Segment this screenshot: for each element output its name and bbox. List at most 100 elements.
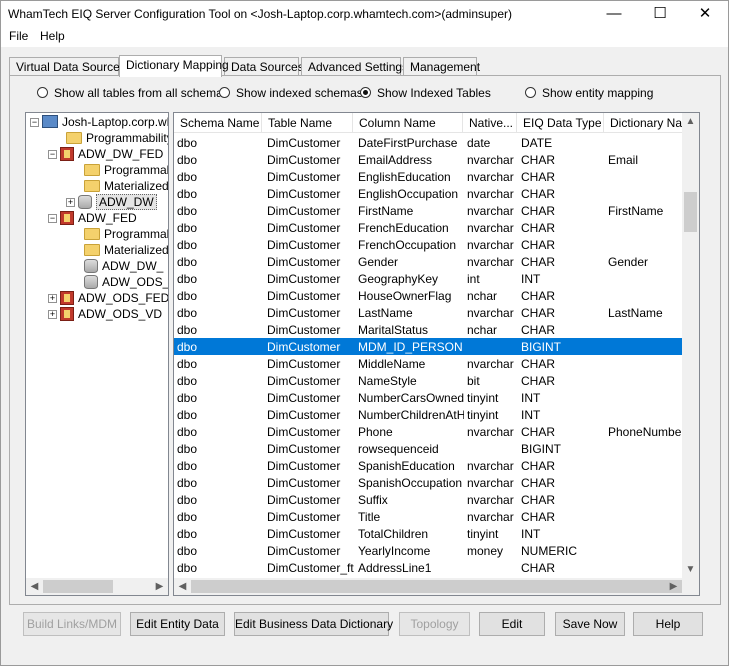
table-cell: DateFirstPurchase	[358, 136, 458, 150]
tree-node[interactable]: Programmab	[84, 227, 168, 243]
table-cell: nvarchar	[467, 170, 514, 184]
edit-business-data-dictionary-button[interactable]: Edit Business Data Dictionary	[234, 612, 393, 636]
column-header-schema[interactable]: Schema Name	[174, 113, 262, 133]
grid-horizontal-scrollbar[interactable]: ◀ ▶	[174, 578, 699, 595]
tab-management[interactable]: Management	[403, 57, 480, 76]
tree-node[interactable]: Programmability	[66, 131, 168, 147]
edit-entity-data-button[interactable]: Edit Entity Data	[130, 612, 225, 636]
grid-horizontal-thumb[interactable]	[191, 580, 682, 593]
table-row[interactable]: dbo DimCustomer SpanishOccupation nvarchar C…	[174, 474, 684, 491]
scroll-left-icon[interactable]: ◀	[26, 578, 43, 595]
table-row[interactable]: dbo DimCustomer NumberCarsOwned tinyint INT	[174, 389, 684, 406]
expand-icon[interactable]: +	[66, 198, 75, 207]
table-cell: EmailAddress	[358, 153, 433, 167]
table-row[interactable]: dbo DimCustomer EnglishEducation nvarchar CH…	[174, 168, 684, 185]
scroll-up-icon[interactable]: ▲	[682, 113, 699, 130]
table-row[interactable]: dbo DimCustomer DateFirstPurchase date DATE	[174, 134, 684, 151]
table-row[interactable]: dbo DimCustomer_ft AddressLine1 CHAR	[174, 559, 684, 576]
scroll-right-icon[interactable]: ▶	[665, 578, 682, 595]
table-row[interactable]: dbo DimCustomer LastName nvarchar CHAR LastNa…	[174, 304, 684, 321]
table-cell: dbo	[177, 391, 198, 405]
tree-node[interactable]: − ADW_FED	[48, 211, 137, 227]
expand-icon[interactable]: +	[48, 294, 57, 303]
table-row[interactable]: dbo DimCustomer MDM_ID_PERSON BIGINT	[174, 338, 684, 355]
table-row[interactable]: dbo DimCustomer FrenchOccupation nvarchar CH…	[174, 236, 684, 253]
table-row[interactable]: dbo DimCustomer MaritalStatus nchar CHAR	[174, 321, 684, 338]
tree-node[interactable]: − Josh-Laptop.corp.wh	[30, 115, 168, 131]
tree-node[interactable]: + ADW_ODS_FED	[48, 291, 168, 307]
table-row[interactable]: dbo DimCustomer EmailAddress nvarchar CHAR Em…	[174, 151, 684, 168]
help-button[interactable]: Help	[633, 612, 703, 636]
table-cell: BIGINT	[521, 340, 562, 354]
tree-node[interactable]: ADW_DW_	[84, 259, 163, 275]
minimize-icon[interactable]: —	[591, 1, 637, 27]
collapse-icon[interactable]: −	[48, 214, 57, 223]
table-cell: nvarchar	[467, 221, 514, 235]
topology-button[interactable]: Topology	[399, 612, 470, 636]
column-header-table[interactable]: Table Name	[262, 113, 353, 133]
table-row[interactable]: dbo DimCustomer NumberChildrenAtH... tinyin…	[174, 406, 684, 423]
schema-tree[interactable]: − Josh-Laptop.corp.wh Programmability − ADW_…	[25, 112, 169, 596]
table-row[interactable]: dbo DimCustomer NameStyle bit CHAR	[174, 372, 684, 389]
radio-all-tables[interactable]: Show all tables from all schemas	[37, 86, 229, 100]
table-row[interactable]: dbo DimCustomer TotalChildren tinyint INT	[174, 525, 684, 542]
tree-node[interactable]: Materialized	[84, 243, 168, 259]
tree-node[interactable]: − ADW_DW_FED	[48, 147, 163, 163]
tree-node[interactable]: Programmab	[84, 163, 168, 179]
table-row[interactable]: dbo DimCustomer Gender nvarchar CHAR Gender	[174, 253, 684, 270]
scroll-right-icon[interactable]: ▶	[151, 578, 168, 595]
table-cell: dbo	[177, 204, 198, 218]
close-icon[interactable]: ✕	[682, 1, 728, 27]
menu-help[interactable]: Help	[40, 29, 65, 43]
table-row[interactable]: dbo DimCustomer FirstName nvarchar CHAR First…	[174, 202, 684, 219]
tab-data-sources[interactable]: Data Sources	[224, 57, 304, 76]
table-cell: DimCustomer	[267, 238, 341, 252]
table-row[interactable]: dbo DimCustomer HouseOwnerFlag nchar CHAR	[174, 287, 684, 304]
title-bar[interactable]: WhamTech EIQ Server Configuration Tool o…	[1, 1, 728, 27]
tab-dictionary-mapping[interactable]: Dictionary Mapping	[119, 55, 229, 77]
radio-indexed-schemas[interactable]: Show indexed schemas	[219, 86, 363, 100]
tree-node-label: ADW_DW_FED	[78, 147, 164, 161]
column-header-column[interactable]: Column Name	[353, 113, 463, 133]
table-row[interactable]: dbo DimCustomer SpanishEducation nvarchar CH…	[174, 457, 684, 474]
collapse-icon[interactable]: −	[30, 118, 39, 127]
menu-file[interactable]: File	[9, 29, 28, 43]
tree-node[interactable]: + ADW_DW	[66, 194, 157, 211]
table-cell: nvarchar	[467, 459, 514, 473]
table-row[interactable]: dbo DimCustomer FrenchEducation nvarchar CHA…	[174, 219, 684, 236]
table-row[interactable]: dbo DimCustomer Phone nvarchar CHAR PhoneNumb…	[174, 423, 684, 440]
scroll-down-icon[interactable]: ▼	[682, 561, 699, 578]
tree-node[interactable]: Materialized	[84, 179, 168, 195]
collapse-icon[interactable]: −	[48, 150, 57, 159]
build-links-mdm-button[interactable]: Build Links/MDM	[23, 612, 121, 636]
save-now-button[interactable]: Save Now	[555, 612, 625, 636]
tree-horizontal-thumb[interactable]	[43, 580, 113, 593]
column-header-native[interactable]: Native...	[463, 113, 517, 133]
tree-node[interactable]: ADW_ODS_	[84, 275, 168, 291]
radio-indexed-tables[interactable]: Show Indexed Tables	[360, 86, 491, 100]
maximize-icon[interactable]: ☐	[637, 1, 683, 27]
scroll-left-icon[interactable]: ◀	[174, 578, 191, 595]
mapping-grid[interactable]: Schema Name Table Name Column Name Nativ…	[173, 112, 700, 596]
expand-icon[interactable]: +	[48, 310, 57, 319]
radio-entity-mapping[interactable]: Show entity mapping	[525, 86, 653, 100]
table-row[interactable]: dbo DimCustomer YearlyIncome money NUMERIC	[174, 542, 684, 559]
grid-vertical-thumb[interactable]	[684, 192, 697, 232]
table-row[interactable]: dbo DimCustomer MiddleName nvarchar CHAR	[174, 355, 684, 372]
column-header-eiq-type[interactable]: EIQ Data Type	[517, 113, 604, 133]
tab-advanced-settings[interactable]: Advanced Settings	[301, 57, 408, 76]
tree-node-label: ADW_FED	[78, 211, 137, 225]
table-cell: DimCustomer	[267, 204, 341, 218]
table-row[interactable]: dbo DimCustomer rowsequenceid BIGINT	[174, 440, 684, 457]
tree-node[interactable]: + ADW_ODS_VD	[48, 307, 162, 323]
table-cell: EnglishOccupation	[358, 187, 459, 201]
table-row[interactable]: dbo DimCustomer Title nvarchar CHAR	[174, 508, 684, 525]
column-header-dictionary[interactable]: Dictionary Nam	[604, 113, 684, 133]
table-row[interactable]: dbo DimCustomer Suffix nvarchar CHAR	[174, 491, 684, 508]
grid-vertical-scrollbar[interactable]: ▲ ▼	[682, 113, 699, 578]
tree-horizontal-scrollbar[interactable]: ◀ ▶	[26, 578, 168, 595]
table-row[interactable]: dbo DimCustomer GeographyKey int INT	[174, 270, 684, 287]
tab-virtual-data-sources[interactable]: Virtual Data Sources	[9, 57, 126, 76]
table-row[interactable]: dbo DimCustomer EnglishOccupation nvarchar C…	[174, 185, 684, 202]
edit-button[interactable]: Edit	[479, 612, 545, 636]
